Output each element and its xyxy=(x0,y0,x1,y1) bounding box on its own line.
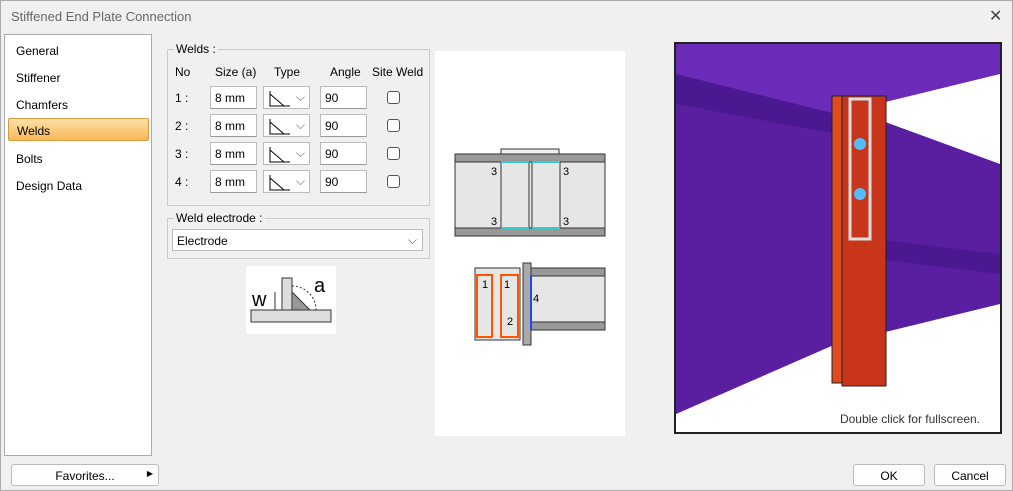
fillet-weld-icon xyxy=(269,147,290,163)
electrode-select[interactable]: Electrode ⌵ xyxy=(172,229,423,251)
ok-button[interactable]: OK xyxy=(853,464,925,486)
site-weld-checkbox[interactable] xyxy=(387,119,400,132)
weld-type-select[interactable]: ⌵ xyxy=(263,142,310,165)
close-icon[interactable]: ✕ xyxy=(989,6,1002,26)
weld-row-number: 1 : xyxy=(175,91,189,105)
nav-item-stiffener[interactable]: Stiffener xyxy=(8,66,149,89)
welds-legend: Welds : xyxy=(176,42,216,56)
nav-item-general[interactable]: General xyxy=(8,39,149,62)
window-title: Stiffened End Plate Connection xyxy=(11,9,192,24)
3d-model xyxy=(676,44,1000,424)
weld-row-number: 2 : xyxy=(175,119,189,133)
site-weld-checkbox[interactable] xyxy=(387,91,400,104)
weld-size-input[interactable]: 8 mm xyxy=(210,142,257,165)
weld-angle-input[interactable]: 90 xyxy=(320,86,367,109)
weld-size-input[interactable]: 8 mm xyxy=(210,114,257,137)
a-label: a xyxy=(314,275,326,297)
weld-label-1a: 1 xyxy=(482,279,488,291)
fillet-weld-icon xyxy=(269,175,290,191)
fullscreen-hint: Double click for fullscreen. xyxy=(839,412,980,426)
weld-label-4: 4 xyxy=(533,293,539,305)
weld-size-diagram: w a xyxy=(246,266,336,334)
header-site-weld: Site Weld xyxy=(372,65,424,79)
weld-label-3c: 3 xyxy=(491,216,497,228)
weld-label-3d: 3 xyxy=(563,216,569,228)
weld-row-number: 3 : xyxy=(175,147,189,161)
site-weld-checkbox[interactable] xyxy=(387,147,400,160)
weld-angle-input[interactable]: 90 xyxy=(320,142,367,165)
nav-item-bolts[interactable]: Bolts xyxy=(8,147,149,170)
weld-angle-input[interactable]: 90 xyxy=(320,114,367,137)
weld-size-input[interactable]: 8 mm xyxy=(210,170,257,193)
fillet-weld-icon xyxy=(269,119,290,135)
weld-label-3a: 3 xyxy=(491,166,497,178)
chevron-down-icon: ⌵ xyxy=(407,233,417,247)
nav-item-design-data[interactable]: Design Data xyxy=(8,174,149,197)
weld-label-3b: 3 xyxy=(563,166,569,178)
header-size: Size (a) xyxy=(215,65,257,79)
weld-angle-input[interactable]: 90 xyxy=(320,170,367,193)
header-type: Type xyxy=(274,65,301,79)
weld-label-2: 2 xyxy=(507,316,513,328)
header-no: No xyxy=(175,65,191,79)
w-label: w xyxy=(251,289,267,311)
3d-view[interactable]: Double click for fullscreen. xyxy=(674,42,1002,434)
favorites-button[interactable]: Favorites... ▶ xyxy=(11,464,159,486)
nav-item-chamfers[interactable]: Chamfers xyxy=(8,93,149,116)
cancel-button[interactable]: Cancel xyxy=(934,464,1006,486)
favorites-label: Favorites... xyxy=(55,469,115,483)
site-weld-checkbox[interactable] xyxy=(387,175,400,188)
electrode-legend: Weld electrode : xyxy=(176,211,263,225)
weld-type-select[interactable]: ⌵ xyxy=(263,114,310,137)
weld-row-number: 4 : xyxy=(175,175,189,189)
chevron-down-icon: ⌵ xyxy=(295,118,305,132)
fillet-weld-icon xyxy=(269,91,290,107)
chevron-down-icon: ⌵ xyxy=(295,174,305,188)
chevron-right-icon: ▶ xyxy=(146,469,153,478)
chevron-down-icon: ⌵ xyxy=(295,90,305,104)
nav-item-welds[interactable]: Welds xyxy=(8,118,149,141)
electrode-value: Electrode xyxy=(177,234,228,248)
weld-label-1b: 1 xyxy=(504,279,510,291)
weld-type-select[interactable]: ⌵ xyxy=(263,170,310,193)
chevron-down-icon: ⌵ xyxy=(295,146,305,160)
weld-type-select[interactable]: ⌵ xyxy=(263,86,310,109)
header-angle: Angle xyxy=(330,65,361,79)
weld-size-input[interactable]: 8 mm xyxy=(210,86,257,109)
connection-drawing: 3 3 3 3 1 1 2 4 xyxy=(435,51,625,436)
nav-list: General Stiffener Chamfers Welds Bolts D… xyxy=(4,34,152,456)
